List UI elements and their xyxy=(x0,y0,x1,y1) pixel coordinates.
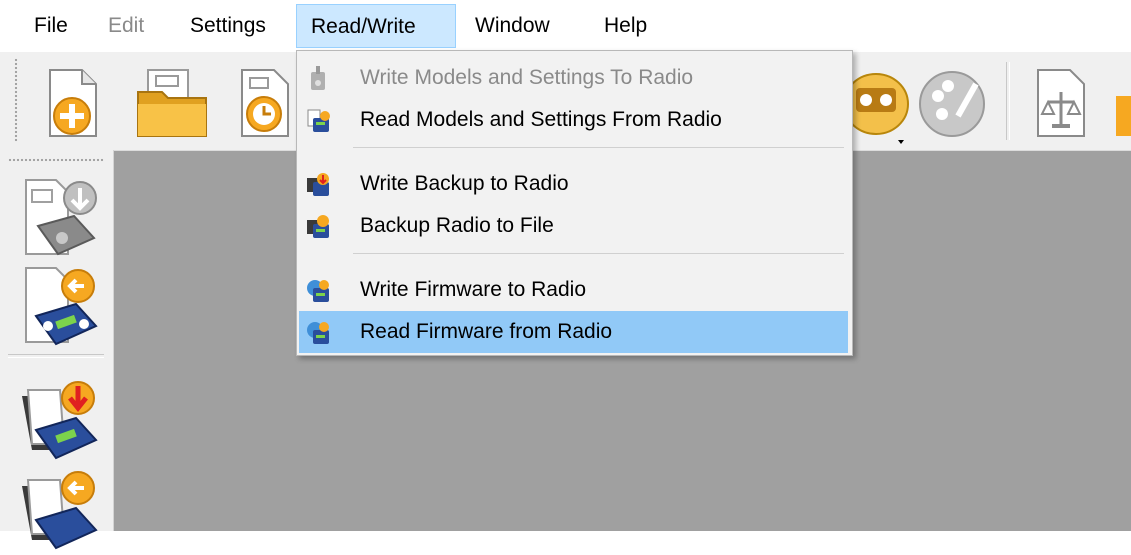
menu-item-backup-to-file[interactable]: Backup Radio to File xyxy=(299,205,848,247)
menu-read-write[interactable]: Read/Write xyxy=(296,4,456,48)
menu-edit[interactable]: Edit xyxy=(94,4,158,48)
write-to-radio-icon[interactable] xyxy=(18,176,102,260)
new-file-icon[interactable] xyxy=(38,66,108,140)
firmware-write-icon xyxy=(305,277,331,303)
menu-settings[interactable]: Settings xyxy=(176,4,280,48)
menu-item-read-firmware[interactable]: Read Firmware from Radio xyxy=(299,311,848,353)
menu-file[interactable]: File xyxy=(20,4,82,48)
read-write-menu: Write Models and Settings To Radio Read … xyxy=(296,50,853,356)
compare-icon[interactable] xyxy=(1030,66,1100,140)
radio-settings-icon[interactable] xyxy=(843,66,910,144)
backup-write-icon xyxy=(305,171,331,197)
menu-separator xyxy=(353,253,844,254)
menu-item-write-firmware[interactable]: Write Firmware to Radio xyxy=(299,269,848,311)
menu-window[interactable]: Window xyxy=(461,4,564,48)
recent-files-icon[interactable] xyxy=(232,66,302,140)
menu-item-read-models-settings[interactable]: Read Models and Settings From Radio xyxy=(299,99,848,141)
menu-item-label: Write Firmware to Radio xyxy=(360,278,586,301)
menu-item-write-backup[interactable]: Write Backup to Radio xyxy=(299,163,848,205)
read-from-radio-file-icon[interactable] xyxy=(18,466,102,550)
palette-icon[interactable] xyxy=(918,66,988,140)
open-folder-icon[interactable] xyxy=(134,66,207,140)
write-to-radio-file-icon[interactable] xyxy=(18,376,102,460)
menu-separator xyxy=(353,147,844,148)
menu-item-write-models-settings[interactable]: Write Models and Settings To Radio xyxy=(299,57,848,99)
toolbar-grip[interactable] xyxy=(14,58,18,142)
backup-file-icon xyxy=(305,213,331,239)
read-from-radio-icon[interactable] xyxy=(18,264,102,348)
left-toolbar-grip[interactable] xyxy=(8,158,104,162)
menu-bar: File Edit Settings Read/Write Window Hel… xyxy=(0,0,1131,52)
menu-item-label: Read Models and Settings From Radio xyxy=(360,108,722,131)
toolbar-separator xyxy=(1006,62,1010,140)
menu-item-label: Backup Radio to File xyxy=(360,214,554,237)
left-toolbar xyxy=(0,150,114,550)
radio-write-icon xyxy=(305,65,331,91)
more-icon[interactable] xyxy=(1114,66,1131,140)
menu-help[interactable]: Help xyxy=(590,4,661,48)
menu-item-label: Read Firmware from Radio xyxy=(360,320,613,343)
firmware-read-icon xyxy=(305,319,331,345)
menu-item-label: Write Models and Settings To Radio xyxy=(360,66,694,89)
left-toolbar-separator xyxy=(8,354,104,358)
menu-item-label: Write Backup to Radio xyxy=(360,172,569,195)
radio-read-icon xyxy=(305,107,331,133)
